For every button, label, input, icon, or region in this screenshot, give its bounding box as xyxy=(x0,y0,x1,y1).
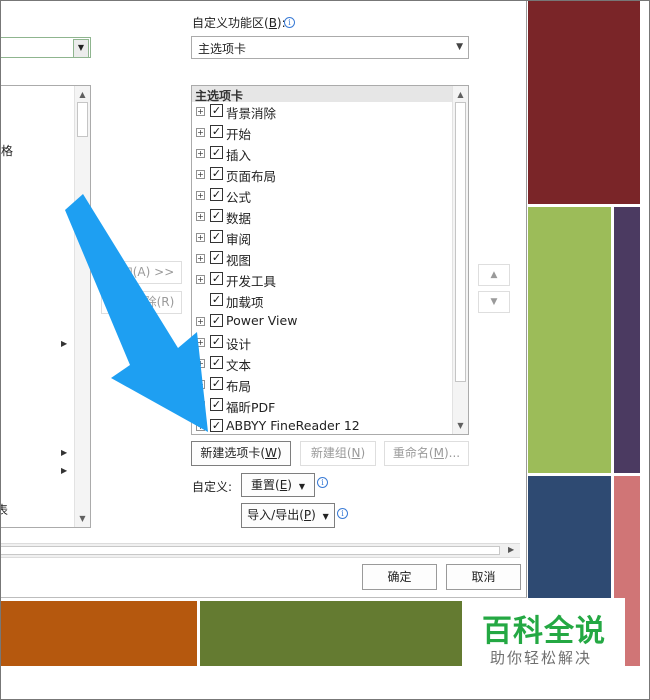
watermark-title: 百科全说 xyxy=(482,614,606,649)
arrow-icon xyxy=(65,194,208,432)
watermark-subtitle: 助你轻松解决 xyxy=(490,649,593,667)
watermark: 百科全说 助你轻松解决 xyxy=(462,598,625,667)
annotation-arrow xyxy=(65,194,208,432)
